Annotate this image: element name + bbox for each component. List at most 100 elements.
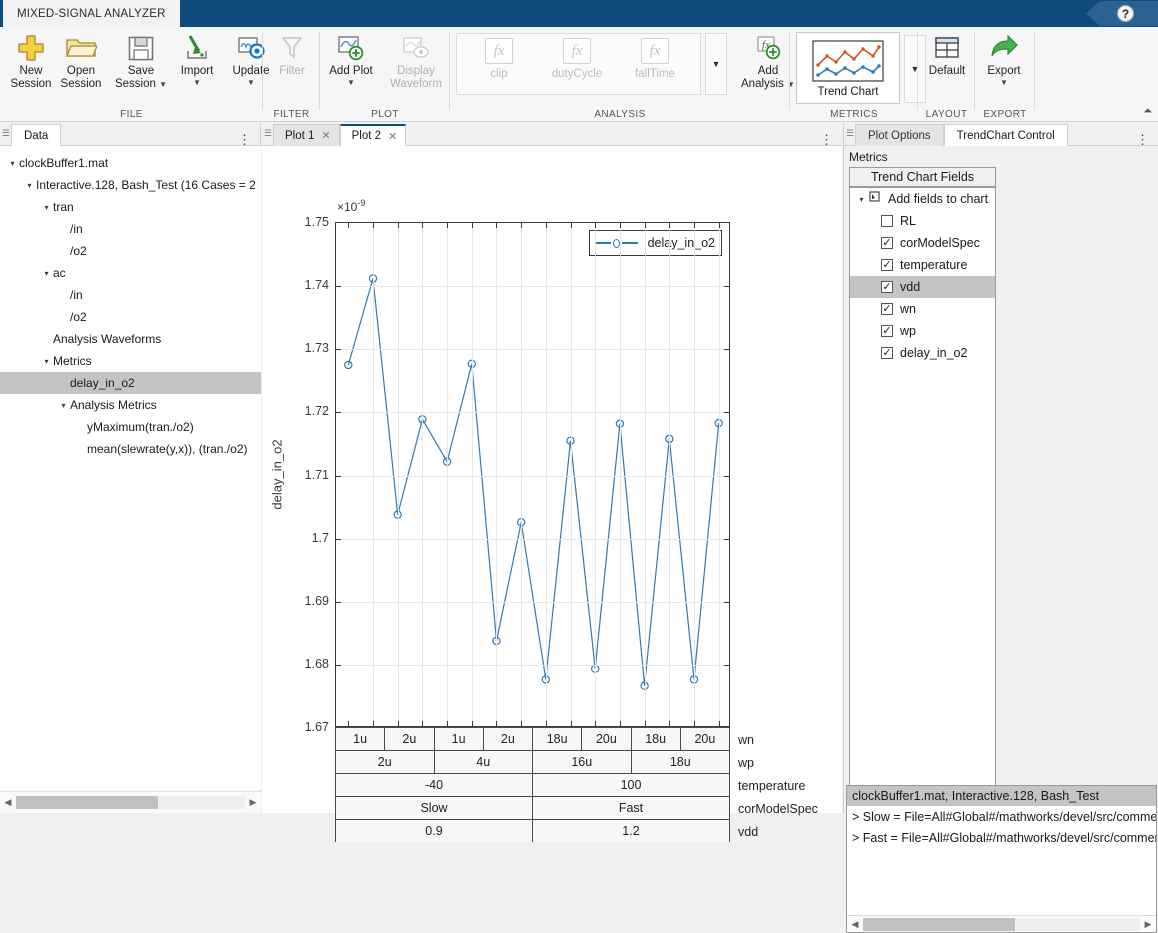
field-label: corModelSpec bbox=[900, 236, 980, 250]
add-plot-caret-icon[interactable]: ▼ bbox=[347, 78, 355, 87]
field-checkbox[interactable]: ✓ bbox=[881, 347, 893, 359]
field-checkbox[interactable]: ✓ bbox=[881, 281, 893, 293]
help-button[interactable]: ? bbox=[1078, 0, 1158, 27]
analysis-falltime-button[interactable]: fx fallTime bbox=[617, 38, 693, 92]
expander-caret-icon[interactable]: ▾ bbox=[6, 159, 19, 168]
y-tick-mark bbox=[336, 539, 341, 540]
expander-caret-icon[interactable]: ▾ bbox=[40, 357, 53, 366]
field-item[interactable]: ✓ corModelSpec bbox=[850, 232, 995, 254]
scroll-thumb[interactable] bbox=[863, 918, 1015, 931]
tab-plot-1[interactable]: Plot 1 ✕ bbox=[273, 124, 340, 146]
export-caret-icon[interactable]: ▼ bbox=[1000, 78, 1008, 87]
tree-item[interactable]: /in bbox=[0, 284, 261, 306]
tree-item-label: Analysis Metrics bbox=[70, 398, 157, 412]
expander-caret-icon[interactable]: ▾ bbox=[40, 269, 53, 278]
y-tick-label: 1.74 bbox=[277, 278, 329, 292]
tab-trendchart-control-label: TrendChart Control bbox=[957, 130, 1055, 142]
tree-item[interactable]: ▾tran bbox=[0, 196, 261, 218]
field-item[interactable]: RL bbox=[850, 210, 995, 232]
tree-item[interactable]: ▾clockBuffer1.mat bbox=[0, 152, 261, 174]
import-caret-icon[interactable]: ▼ bbox=[193, 78, 201, 87]
scroll-thumb[interactable] bbox=[16, 796, 158, 809]
analysis-clip-button[interactable]: fx clip bbox=[461, 38, 537, 92]
y-tick-mark bbox=[724, 349, 729, 350]
tab-plot-2[interactable]: Plot 2 ✕ bbox=[340, 124, 407, 146]
scroll-right-icon[interactable]: ▶ bbox=[245, 797, 261, 808]
scroll-track[interactable] bbox=[16, 796, 245, 809]
tree-item[interactable]: /o2 bbox=[0, 240, 261, 262]
update-caret-icon[interactable]: ▼ bbox=[247, 78, 255, 87]
field-checkbox[interactable]: ✓ bbox=[881, 237, 893, 249]
field-checkbox[interactable]: ✓ bbox=[881, 303, 893, 315]
tab-trendchart-control[interactable]: TrendChart Control bbox=[944, 124, 1068, 146]
display-waveform-button[interactable]: Display Waveform bbox=[382, 31, 450, 103]
session-log-box: clockBuffer1.mat, Interactive.128, Bash_… bbox=[846, 785, 1157, 933]
field-checkbox[interactable]: ✓ bbox=[881, 259, 893, 271]
data-panel-hscrollbar[interactable]: ◀ ▶ bbox=[0, 791, 261, 813]
tab-plot-options[interactable]: Plot Options bbox=[855, 124, 944, 146]
tree-item[interactable]: ▾Metrics bbox=[0, 350, 261, 372]
tree-item[interactable]: ▾Analysis Metrics bbox=[0, 394, 261, 416]
field-item[interactable]: ✓temperature bbox=[850, 254, 995, 276]
save-session-button[interactable]: Save Session ▼ bbox=[108, 31, 174, 103]
y-tick-mark bbox=[724, 539, 729, 540]
tree-item[interactable]: delay_in_o2 bbox=[0, 372, 261, 394]
gridline-vertical bbox=[620, 223, 621, 726]
chart-legend[interactable]: delay_in_o2 bbox=[589, 230, 722, 256]
tree-item[interactable]: /in bbox=[0, 218, 261, 240]
field-item[interactable]: ✓vdd bbox=[850, 276, 995, 298]
analysis-gallery-expand-button[interactable]: ▼ bbox=[705, 33, 727, 95]
data-panel-menu-icon[interactable]: ⋮ bbox=[238, 135, 251, 145]
panel-grip-icon[interactable]: ☰ bbox=[0, 122, 11, 145]
scroll-left-icon[interactable]: ◀ bbox=[847, 919, 863, 930]
tree-item[interactable]: ▾ac bbox=[0, 262, 261, 284]
y-tick-mark bbox=[724, 665, 729, 666]
y-tick-label: 1.69 bbox=[277, 594, 329, 608]
field-checkbox[interactable]: ✓ bbox=[881, 325, 893, 337]
tree-item[interactable]: mean(slewrate(y,x)), (tran./o2) bbox=[0, 438, 261, 460]
trend-chart-fields-list[interactable]: ▾Add fields to chartRL ✓ corModelSpec ✓temp… bbox=[849, 187, 996, 800]
field-item[interactable]: ✓delay_in_o2 bbox=[850, 342, 995, 364]
collapse-ribbon-icon[interactable]: ⏶ bbox=[1143, 105, 1152, 118]
filter-button[interactable]: Filter bbox=[263, 31, 321, 103]
title-bar: MIXED-SIGNAL ANALYZER ? bbox=[0, 0, 1158, 27]
export-button[interactable]: Export ▼ bbox=[975, 31, 1033, 103]
plot-panel-grip-icon[interactable]: ☰ bbox=[262, 122, 273, 145]
default-layout-button[interactable]: Default bbox=[918, 31, 976, 103]
tree-item[interactable]: yMaximum(tran./o2) bbox=[0, 416, 261, 438]
close-icon[interactable]: ✕ bbox=[321, 129, 330, 142]
trend-chart-button[interactable]: Trend Chart bbox=[796, 32, 900, 104]
right-panel-grip-icon[interactable]: ☰ bbox=[844, 122, 855, 145]
open-session-button[interactable]: Open Session bbox=[52, 31, 110, 103]
expander-caret-icon[interactable]: ▾ bbox=[855, 195, 868, 204]
analysis-dutycycle-button[interactable]: fx dutyCycle bbox=[539, 38, 615, 92]
scroll-left-icon[interactable]: ◀ bbox=[0, 797, 16, 808]
save-session-caret-icon[interactable]: ▼ bbox=[159, 80, 167, 89]
y-tick-mark bbox=[336, 602, 341, 603]
session-log-hscrollbar[interactable]: ◀ ▶ bbox=[847, 915, 1156, 932]
tree-item-label: Analysis Waveforms bbox=[53, 332, 161, 346]
scroll-track[interactable] bbox=[863, 918, 1140, 931]
tree-item[interactable]: ▾Interactive.128, Bash_Test (16 Cases = … bbox=[0, 174, 261, 196]
data-tree[interactable]: ▾clockBuffer1.mat▾Interactive.128, Bash_… bbox=[0, 146, 261, 790]
plot-panel-menu-icon[interactable]: ⋮ bbox=[820, 135, 833, 145]
chart-plot-box[interactable]: delay_in_o2 bbox=[335, 222, 730, 727]
right-panel-menu-icon[interactable]: ⋮ bbox=[1136, 135, 1149, 145]
expander-caret-icon[interactable]: ▾ bbox=[40, 203, 53, 212]
tree-item-label: yMaximum(tran./o2) bbox=[87, 420, 194, 434]
gridline-vertical bbox=[546, 223, 547, 726]
field-checkbox[interactable] bbox=[881, 215, 893, 227]
close-icon[interactable]: ✕ bbox=[388, 130, 397, 143]
expander-caret-icon[interactable]: ▾ bbox=[23, 181, 36, 190]
expander-caret-icon[interactable]: ▾ bbox=[57, 401, 70, 410]
add-plot-button[interactable]: Add Plot ▼ bbox=[322, 31, 380, 103]
field-item[interactable]: ✓wn bbox=[850, 298, 995, 320]
tree-item[interactable]: /o2 bbox=[0, 306, 261, 328]
scroll-right-icon[interactable]: ▶ bbox=[1140, 919, 1156, 930]
import-button[interactable]: Import ▼ bbox=[168, 31, 226, 103]
tree-item[interactable]: Analysis Waveforms bbox=[0, 328, 261, 350]
help-question-icon[interactable]: ? bbox=[1117, 5, 1134, 22]
field-item[interactable]: ✓wp bbox=[850, 320, 995, 342]
fields-root-item[interactable]: ▾Add fields to chart bbox=[850, 188, 995, 210]
tab-data[interactable]: Data bbox=[11, 124, 61, 146]
